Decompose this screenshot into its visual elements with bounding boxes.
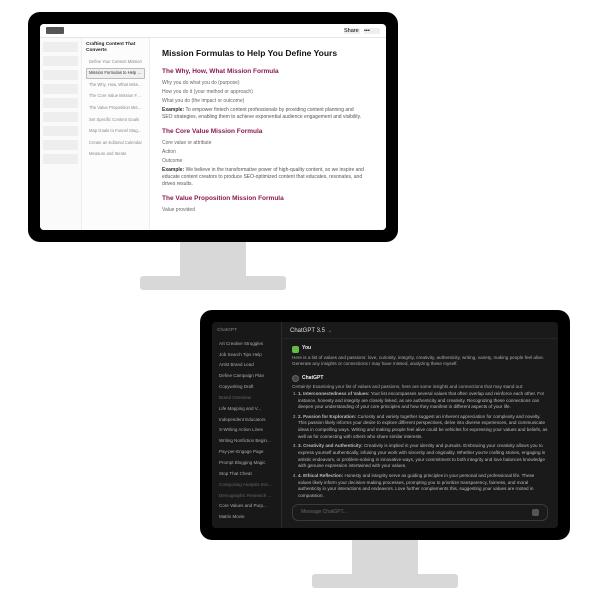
doc-paragraph: Value provided (162, 207, 364, 214)
sidebar-item[interactable]: Artist Brand Lead (217, 361, 276, 369)
chat-scroll[interactable]: You Here is a list of values and passion… (282, 339, 558, 500)
nav-item[interactable] (43, 126, 78, 136)
user-text: Here is a list of values and passions: l… (292, 355, 548, 368)
outline-item[interactable]: The Why, How, What Mission Formula (86, 80, 145, 91)
nav-item[interactable] (43, 154, 78, 164)
monitor-base (140, 276, 286, 290)
doc-example: Example: To empower fintech content prof… (162, 107, 364, 121)
outline-item[interactable]: Define Your Content Mission (86, 57, 145, 68)
sidebar-item[interactable]: Composing Analysis Insights (217, 481, 276, 489)
bot-avatar-icon (292, 375, 299, 382)
example-text: To empower fintech content professionals… (162, 107, 361, 120)
doc-paragraph: What you do (the impact or outcome) (162, 98, 364, 105)
assistant-points: 1. Interconnectedness of Values: Your li… (292, 391, 548, 500)
nav-item[interactable] (43, 140, 78, 150)
sidebar-item[interactable]: Prompt Blogging Magic (217, 459, 276, 467)
outline-item[interactable]: Create an Editorial Calendar (86, 138, 145, 149)
example-label: Example: (162, 167, 184, 173)
sidebar-brand: ChatGPT (217, 328, 276, 335)
chevron-down-icon: ⌄ (328, 328, 332, 335)
user-role-label: You (292, 345, 548, 352)
point-title: 1. Interconnectedness of Values: (298, 391, 369, 396)
document-main: Mission Formulas to Help You Define Your… (150, 38, 386, 230)
nav-item[interactable] (43, 70, 78, 80)
more-button[interactable]: ••• (364, 28, 380, 34)
doc-paragraph: Core value or attribute (162, 140, 364, 147)
chat-app-screen: ChatGPT Art Creative Struggles Job Searc… (212, 322, 558, 528)
point-title: 2. Passion for Exploration: (298, 414, 356, 419)
monitor-top: Share ••• Crafting Content That Converts… (28, 12, 398, 242)
assistant-role-label: ChatGPT (292, 375, 548, 382)
monitor-bottom: ChatGPT Art Creative Struggles Job Searc… (200, 310, 570, 540)
monitor-base (312, 574, 458, 588)
doc-paragraph: Why you do what you do (purpose) (162, 80, 364, 87)
outline-item-active[interactable]: Mission Formulas to Help You Define Your… (86, 68, 145, 79)
doc-paragraph: How you do it (your method or approach) (162, 89, 364, 96)
sidebar-item[interactable]: Independent Educators (217, 416, 276, 424)
chat-input-placeholder: Message ChatGPT... (301, 509, 347, 516)
sidebar-item[interactable]: Brand Overview (217, 394, 276, 402)
monitor-stand (180, 242, 246, 280)
sidebar-item[interactable]: Core Values and Purp... (217, 502, 276, 510)
send-icon[interactable] (532, 509, 539, 516)
example-text: We believe in the transformative power o… (162, 167, 364, 187)
user-message: You Here is a list of values and passion… (292, 345, 548, 368)
point-item: 2. Passion for Exploration: Curiosity an… (298, 414, 548, 441)
model-name: ChatGPT 3.5 (290, 327, 325, 335)
app-logo[interactable] (46, 27, 64, 34)
outline-panel: Crafting Content That Converts Define Yo… (82, 38, 150, 230)
share-button[interactable]: Share (344, 28, 360, 34)
doc-paragraph: Outcome (162, 158, 364, 165)
app-body: Crafting Content That Converts Define Yo… (40, 38, 386, 230)
sidebar-item[interactable]: Demographic Research Help (217, 492, 276, 500)
point-title: 3. Creativity and Authenticity: (298, 443, 363, 448)
doc-heading-2: The Value Proposition Mission Formula (162, 194, 364, 203)
point-item: 4. Ethical Reflection: Honesty and integ… (298, 473, 548, 500)
point-title: 4. Ethical Reflection: (298, 473, 343, 478)
sidebar-item[interactable]: Job Search Tips Help (217, 351, 276, 359)
outline-item[interactable]: The Value Proposition Mission Formula (86, 103, 145, 114)
example-label: Example: (162, 107, 184, 113)
chat-input[interactable]: Message ChatGPT... (292, 504, 548, 521)
doc-heading-2: The Core Value Mission Formula (162, 127, 364, 136)
doc-paragraph: Action (162, 149, 364, 156)
doc-example: Example: We believe in the transformativ… (162, 167, 364, 188)
sidebar-item[interactable]: Writing Nonfiction Begin... (217, 437, 276, 445)
assistant-intro: Certainly! Examining your list of values… (292, 384, 548, 391)
outline-item[interactable]: Map Goals to Funnel Stages (86, 126, 145, 137)
chat-main: ChatGPT 3.5 ⌄ You Here is a list of valu… (282, 322, 558, 528)
user-avatar-icon (292, 346, 299, 353)
nav-item[interactable] (43, 56, 78, 66)
chat-sidebar: ChatGPT Art Creative Struggles Job Searc… (212, 322, 282, 528)
outline-item[interactable]: The Core Value Mission Formula (86, 91, 145, 102)
outline-item[interactable]: Measure and Iterate (86, 149, 145, 160)
nav-item[interactable] (43, 42, 78, 52)
sidebar-item[interactable]: Copywriting Draft (217, 383, 276, 391)
assistant-message: ChatGPT Certainly! Examining your list o… (292, 375, 548, 500)
sidebar-item[interactable]: S-Writing Action Lines (217, 426, 276, 434)
role-text: You (302, 345, 311, 352)
outline-title: Crafting Content That Converts (86, 42, 145, 54)
left-nav (40, 38, 82, 230)
app-topbar: Share ••• (40, 24, 386, 38)
model-selector[interactable]: ChatGPT 3.5 ⌄ (282, 322, 558, 339)
sidebar-item[interactable]: Pay-per-Engage Page (217, 448, 276, 456)
nav-item[interactable] (43, 84, 78, 94)
nav-item[interactable] (43, 112, 78, 122)
sidebar-item[interactable]: Define Campaign Plan (217, 372, 276, 380)
outline-item[interactable]: Set Specific Content Goals (86, 115, 145, 126)
sidebar-item[interactable]: Art Creative Struggles (217, 340, 276, 348)
sidebar-item[interactable]: Life Mapping and V... (217, 405, 276, 413)
monitor-stand (352, 540, 418, 578)
role-text: ChatGPT (302, 375, 323, 382)
doc-heading-1: Mission Formulas to Help You Define Your… (162, 48, 364, 60)
point-item: 1. Interconnectedness of Values: Your li… (298, 391, 548, 411)
sidebar-item[interactable]: Stop That Cheat (217, 470, 276, 478)
nav-item[interactable] (43, 98, 78, 108)
doc-heading-2: The Why, How, What Mission Formula (162, 67, 364, 76)
point-item: 3. Creativity and Authenticity: Creativi… (298, 443, 548, 470)
sidebar-item[interactable]: Matrix Movie (217, 513, 276, 521)
document-app-screen: Share ••• Crafting Content That Converts… (40, 24, 386, 230)
